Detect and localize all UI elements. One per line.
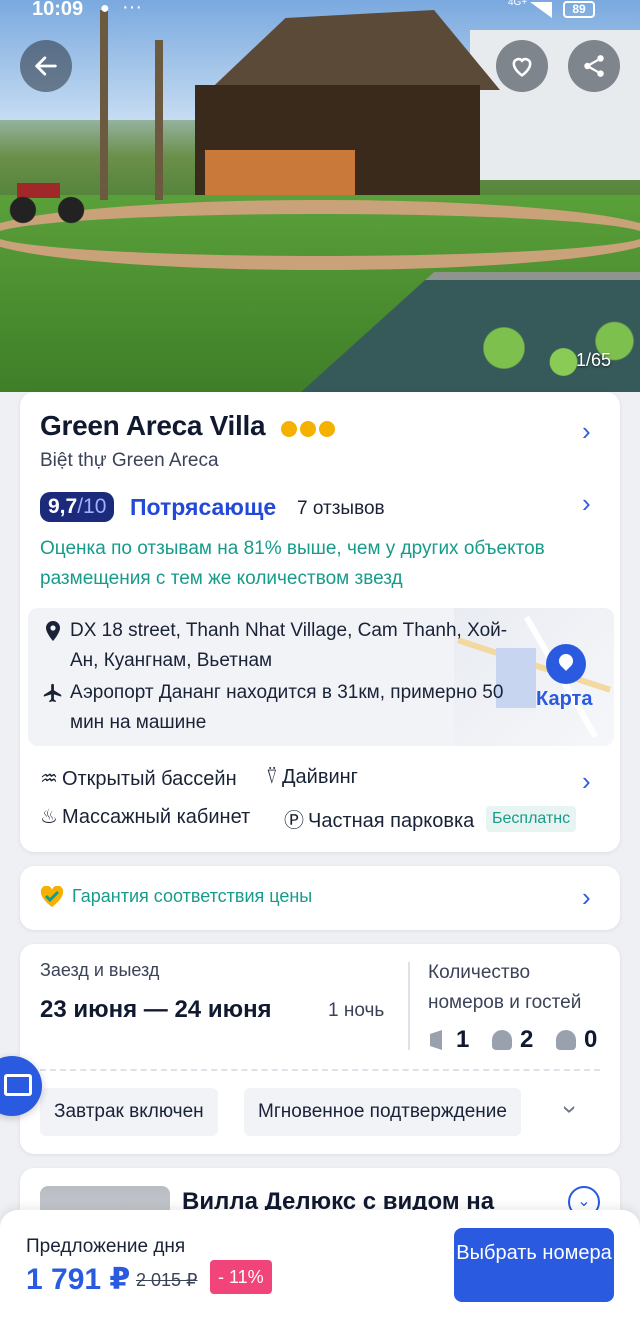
photo-porch bbox=[205, 150, 355, 195]
photo-lily-pads bbox=[470, 320, 640, 390]
location-box[interactable]: Карта DX 18 street, Thanh Nhat Village, … bbox=[28, 608, 614, 746]
star-icon bbox=[299, 420, 316, 437]
amenities-chevron-icon[interactable]: › bbox=[582, 766, 591, 797]
deal-label: Предложение дня bbox=[26, 1236, 186, 1257]
price-guarantee-card[interactable]: Гарантия соответствия цены › bbox=[20, 866, 620, 930]
map-label[interactable]: Карта bbox=[536, 688, 592, 711]
location-pin-icon bbox=[44, 620, 62, 648]
photo-counter: 1/65 bbox=[576, 350, 612, 370]
diving-icon: ⍢ bbox=[266, 766, 278, 788]
rating-word[interactable]: Потрясающе bbox=[130, 494, 276, 521]
discount-badge: - 11% bbox=[210, 1260, 272, 1294]
rating-badge[interactable]: 9,7/10 bbox=[40, 492, 115, 522]
photo-path bbox=[0, 200, 640, 270]
dates-label: Заезд и выезд bbox=[40, 960, 160, 980]
status-bar: 10:09 ● ··· 4G+ 89 bbox=[0, 0, 640, 22]
airplane-icon bbox=[42, 682, 64, 710]
chevron-down-icon[interactable]: › bbox=[555, 1105, 586, 1114]
date-range[interactable]: 23 июня — 24 июня bbox=[40, 996, 272, 1024]
child-icon bbox=[556, 1030, 576, 1050]
star-icon bbox=[280, 420, 297, 437]
amenity-diving: ⍢ Дайвинг bbox=[266, 766, 358, 789]
star-icon bbox=[318, 420, 335, 437]
filter-chip-instant-confirmation[interactable]: Мгновенное подтверждение bbox=[244, 1088, 521, 1136]
booking-card: Заезд и выезд 23 июня — 24 июня 1 ночь К… bbox=[20, 944, 620, 1154]
photo-palm bbox=[100, 10, 108, 200]
adult-icon bbox=[492, 1030, 512, 1050]
nights-count: 1 ночь bbox=[328, 1000, 385, 1021]
hotel-title[interactable]: Green Areca Villa bbox=[40, 410, 338, 444]
amenity-label: Массажный кабинет bbox=[61, 806, 251, 828]
guests-label[interactable]: Количество номеров и гостей bbox=[428, 958, 608, 1018]
arrow-left-icon bbox=[35, 56, 57, 76]
share-icon bbox=[584, 55, 604, 77]
photo-palm bbox=[155, 40, 163, 200]
choose-room-button[interactable]: Выбрать номера bbox=[454, 1228, 614, 1302]
massage-icon: ♨ bbox=[40, 806, 58, 828]
guarantee-label: Гарантия соответствия цены bbox=[72, 886, 313, 906]
pool-icon: ♒ bbox=[40, 768, 58, 790]
map-pin-icon[interactable] bbox=[546, 644, 586, 684]
signal-icon bbox=[530, 2, 552, 18]
favorite-button[interactable] bbox=[496, 40, 548, 92]
parking-icon: Ⓟ bbox=[284, 810, 304, 832]
children-count[interactable]: 0 bbox=[584, 1026, 597, 1054]
rating-note: Оценка по отзывам на 81% выше, чем у дру… bbox=[40, 538, 545, 589]
free-parking-tag: Бесплатнс bbox=[486, 806, 577, 832]
chevron-right-icon[interactable]: › bbox=[582, 882, 591, 913]
amenity-label: Открытый бассейн bbox=[61, 768, 237, 790]
more-dots-icon: ··· bbox=[122, 0, 142, 18]
amenity-massage: ♨ Массажный кабинет bbox=[40, 804, 250, 829]
divider bbox=[408, 962, 410, 1050]
heart-icon bbox=[512, 57, 532, 77]
review-count[interactable]: 7 отзывов bbox=[297, 498, 385, 520]
hotel-address: DX 18 street, Thanh Nhat Village, Cam Th… bbox=[70, 620, 508, 671]
guarantee-heart-icon bbox=[40, 886, 64, 907]
status-time: 10:09 bbox=[32, 0, 84, 20]
photo-motorbike bbox=[4, 150, 90, 225]
rating-max: /10 bbox=[77, 495, 107, 518]
reviews-chevron-icon[interactable]: › bbox=[582, 488, 591, 519]
current-price: 1 791 ₽ bbox=[26, 1263, 131, 1296]
hotel-info-card: Green Areca Villa › Biệt thự Green Areca… bbox=[20, 392, 620, 852]
old-price: 2 015 ₽ bbox=[136, 1270, 198, 1290]
rating-score: 9,7 bbox=[48, 495, 78, 518]
hotel-name: Green Areca Villa bbox=[40, 410, 266, 441]
chevron-right-icon[interactable]: › bbox=[582, 416, 591, 447]
filter-chip-breakfast[interactable]: Завтрак включен bbox=[40, 1088, 218, 1136]
amenity-parking: Ⓟ Частная парковка bbox=[284, 804, 474, 833]
amenity-pool: ♒ Открытый бассейн bbox=[40, 766, 237, 791]
rooms-count[interactable]: 1 bbox=[456, 1026, 469, 1054]
network-type: 4G+ bbox=[508, 0, 528, 8]
hotel-local-name: Biệt thự Green Areca bbox=[40, 450, 219, 471]
adults-count[interactable]: 2 bbox=[520, 1026, 533, 1054]
share-button[interactable] bbox=[568, 40, 620, 92]
battery-level: 89 bbox=[563, 1, 595, 18]
message-icon: ● bbox=[100, 0, 110, 17]
star-rating bbox=[280, 412, 338, 444]
airport-distance: Аэропорт Дананг находится в 31км, пример… bbox=[70, 682, 504, 733]
amenity-label: Дайвинг bbox=[282, 766, 358, 788]
back-button[interactable] bbox=[20, 40, 72, 92]
room-icon bbox=[430, 1030, 442, 1050]
bottom-price-bar: Предложение дня 1 791 ₽ 2 015 ₽ - 11% Вы… bbox=[0, 1210, 640, 1328]
dashed-divider bbox=[40, 1069, 600, 1071]
amenity-label: Частная парковка bbox=[308, 810, 475, 832]
